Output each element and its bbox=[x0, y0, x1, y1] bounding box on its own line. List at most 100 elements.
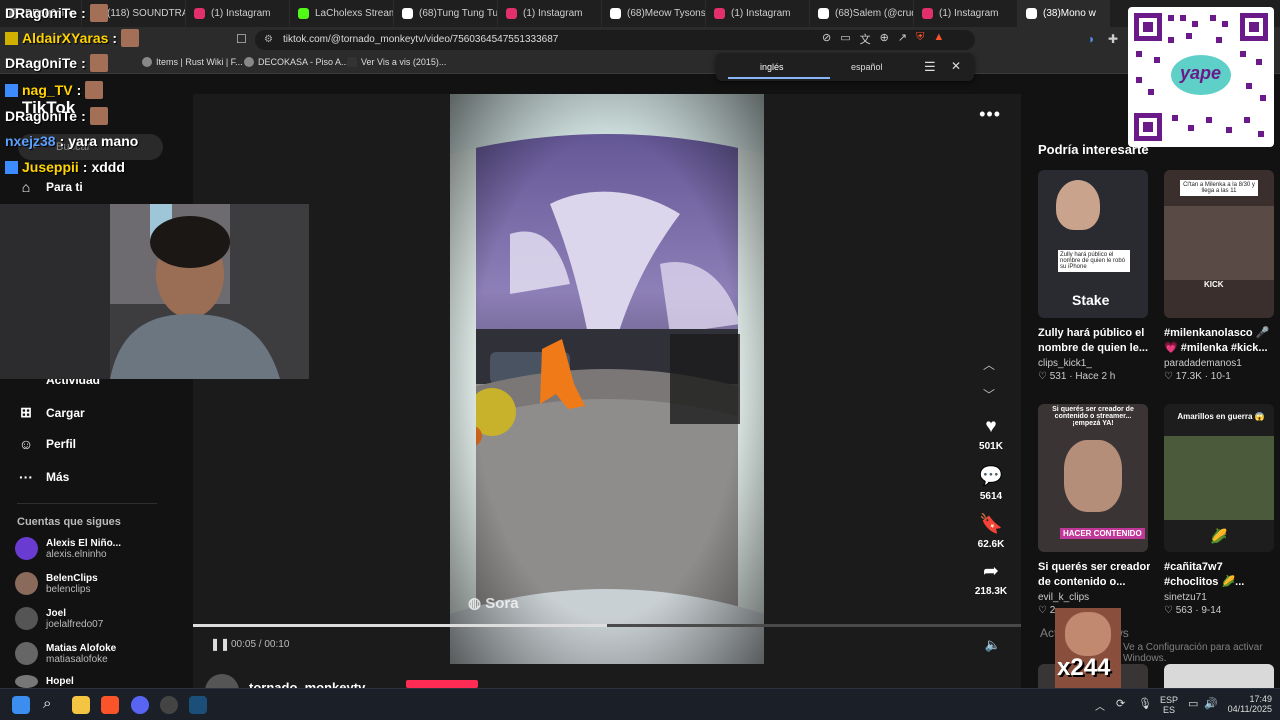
rec-meta: ♡ 531 · Hace 2 h bbox=[1038, 371, 1116, 382]
recommended-video[interactable]: Amarillos en guerra 😱 🌽 #cañita7w7 #choc… bbox=[1164, 404, 1276, 616]
rec-meta: ♡ 17.3K · 10-1 bbox=[1164, 371, 1231, 382]
bookmark-icon[interactable]: ☐ bbox=[236, 32, 247, 46]
app-icon[interactable] bbox=[160, 696, 178, 714]
thumbnail-caption: Cl'tan a Milenka a la 8/30 y llega a las… bbox=[1180, 180, 1258, 196]
video-author[interactable]: tornado_monkeytv bbox=[193, 672, 593, 708]
browser-tab-active[interactable]: (38)Mono w bbox=[1018, 0, 1110, 27]
extension-icon[interactable]: ◗ bbox=[1088, 32, 1095, 46]
bookmark-item[interactable]: DECOKASA - Piso A... bbox=[244, 57, 349, 67]
tracking-icon[interactable]: ⊘ bbox=[822, 31, 831, 47]
recommended-video-partial[interactable] bbox=[1164, 664, 1274, 688]
following-item[interactable]: BelenClips belenclips bbox=[15, 572, 98, 595]
share-icon[interactable]: ↗ bbox=[898, 31, 907, 47]
following-item[interactable]: Hopel bbox=[15, 675, 74, 688]
next-video-icon[interactable]: ﹀ bbox=[983, 386, 995, 403]
chat-message: DRag0niTe: bbox=[5, 4, 108, 22]
bookmark-item[interactable]: Ver Vis a vis (2015)... bbox=[347, 57, 446, 67]
thumbnail-person bbox=[1056, 180, 1100, 230]
share-arrow-icon: ➦ bbox=[983, 561, 999, 582]
video-thumbnail: Si querés ser creador de contenido o str… bbox=[1038, 404, 1148, 552]
recommended-video[interactable]: Zully hará público el nombre de quien le… bbox=[1038, 170, 1150, 382]
browser-tab[interactable]: (1) Instagram bbox=[186, 0, 290, 27]
menu-icon[interactable]: ☰ bbox=[924, 59, 936, 75]
sub-badge-icon bbox=[5, 31, 18, 45]
translate-popup: inglés español ☰ ✕ bbox=[716, 53, 974, 81]
comment-button[interactable]: 💬 5614 bbox=[958, 464, 1024, 502]
volume-icon[interactable]: 🔈 bbox=[985, 637, 1001, 653]
site-info-icon[interactable]: ⚙ bbox=[264, 30, 273, 50]
discord-icon[interactable] bbox=[131, 696, 149, 714]
windows-start-icon[interactable] bbox=[12, 696, 30, 714]
address-bar-actions: ⊘ ▭ 文 ⊕ ↗ ⛨ ▲ bbox=[822, 31, 944, 47]
rec-channel: evil_k_clips bbox=[1038, 592, 1090, 603]
thumbnail-badge: Stake bbox=[1072, 292, 1110, 308]
recommended-video[interactable]: Si querés ser creador de contenido o str… bbox=[1038, 404, 1150, 616]
video-frame[interactable]: ◍ Sora bbox=[450, 94, 764, 664]
translate-icon[interactable]: 文 bbox=[860, 31, 871, 47]
following-item[interactable]: Alexis El Niño... alexis.elninho bbox=[15, 537, 121, 560]
brave-rewards-icon[interactable]: ▲ bbox=[933, 31, 944, 47]
avatar bbox=[15, 572, 38, 595]
chat-message: DRag0niTe: bbox=[5, 107, 108, 125]
browser-tab[interactable]: (68)Meow Tysons bbox=[602, 0, 706, 27]
nav-for-you[interactable]: ⌂ Para ti bbox=[18, 179, 83, 195]
close-icon[interactable]: ✕ bbox=[951, 59, 961, 73]
network-icon[interactable]: ⟳ bbox=[1116, 697, 1125, 710]
file-explorer-icon[interactable] bbox=[72, 696, 90, 714]
yape-logo: yape bbox=[1180, 63, 1222, 83]
nav-profile[interactable]: ☺ Perfil bbox=[18, 436, 76, 452]
chat-message: AldairXYaras: bbox=[5, 29, 140, 47]
cast-icon[interactable]: ▭ bbox=[840, 31, 850, 47]
globe-icon bbox=[244, 57, 254, 67]
rec-title: #cañita7w7 bbox=[1164, 561, 1223, 573]
browser-tab[interactable]: (68)Salem (@crude bbox=[810, 0, 914, 27]
recommended-video[interactable]: Cl'tan a Milenka a la 8/30 y llega a las… bbox=[1164, 170, 1276, 382]
windows-taskbar: ⌕ ︿ ⟳ 🎙 ESP ES ▭ 🔊 17:49 04/11/2025 bbox=[0, 688, 1280, 720]
translate-source-lang[interactable]: inglés bbox=[760, 62, 784, 72]
rec-title: nombre de quien le... bbox=[1038, 342, 1149, 354]
video-scene-image bbox=[450, 94, 764, 664]
mic-icon[interactable]: 🎙 bbox=[1138, 697, 1152, 710]
globe-icon bbox=[142, 57, 152, 67]
share-button[interactable]: ➦ 218.3K bbox=[958, 560, 1024, 597]
rec-title: Si querés ser creador bbox=[1038, 561, 1150, 573]
monitor-icon[interactable]: ▭ bbox=[1188, 697, 1198, 710]
nav-upload[interactable]: ⊞ Cargar bbox=[18, 404, 85, 421]
video-player[interactable]: ◍ Sora ••• ❚❚ 00:05 / 00:10 🔈 bbox=[193, 94, 1021, 688]
pause-icon[interactable]: ❚❚ bbox=[210, 637, 230, 651]
bookmarks-bar: Items | Rust Wiki | F... DECOKASA - Piso… bbox=[0, 53, 1280, 74]
video-thumbnail: Cl'tan a Milenka a la 8/30 y llega a las… bbox=[1164, 170, 1274, 318]
translate-target-lang[interactable]: español bbox=[851, 62, 883, 72]
follow-button[interactable] bbox=[406, 680, 478, 688]
steam-icon[interactable] bbox=[189, 696, 207, 714]
tiktok-icon bbox=[610, 8, 621, 19]
following-item[interactable]: Joel joelalfredo07 bbox=[15, 607, 103, 630]
bookmark-item[interactable]: Items | Rust Wiki | F... bbox=[142, 57, 243, 67]
browser-tab[interactable]: LaCholexs Stream bbox=[290, 0, 394, 27]
thumbnail-badge: HACER CONTENIDO bbox=[1060, 528, 1145, 539]
browser-tab-bar: DRag0niTe (118) SOUNDTRACK (1) Instagram… bbox=[0, 0, 1280, 27]
like-button[interactable]: ♥ 501K bbox=[958, 416, 1024, 452]
more-options-icon[interactable]: ••• bbox=[979, 104, 1001, 125]
previous-video-icon[interactable]: ︿ bbox=[983, 356, 995, 373]
save-button[interactable]: 🔖 62.6K bbox=[958, 512, 1024, 550]
tray-chevron-icon[interactable]: ︿ bbox=[1095, 698, 1105, 713]
zoom-icon[interactable]: ⊕ bbox=[880, 31, 889, 47]
tiktok-icon bbox=[1026, 8, 1037, 19]
nav-more[interactable]: ··· Más bbox=[18, 469, 69, 485]
brave-shield-icon[interactable]: ⛨ bbox=[916, 31, 924, 47]
extensions-puzzle-icon[interactable]: ✚ bbox=[1108, 32, 1118, 46]
browser-tab[interactable]: (68)Tung Tung Tun bbox=[394, 0, 498, 27]
video-progress-bar[interactable] bbox=[193, 624, 1021, 627]
volume-icon[interactable]: 🔊 bbox=[1204, 697, 1218, 710]
brave-browser-icon[interactable] bbox=[101, 696, 119, 714]
browser-tab[interactable]: (1) Instagram bbox=[706, 0, 810, 27]
browser-tab[interactable]: (1) Instagram bbox=[498, 0, 602, 27]
badge-icon bbox=[5, 160, 18, 174]
emote-icon bbox=[89, 4, 108, 22]
language-indicator[interactable]: ESP ES bbox=[1158, 695, 1180, 715]
search-icon[interactable]: ⌕ bbox=[43, 695, 51, 712]
following-item[interactable]: Matias Alofoke matiasalofoke bbox=[15, 642, 116, 665]
clock[interactable]: 17:49 04/11/2025 bbox=[1222, 694, 1272, 714]
browser-tab[interactable]: (1) Instagram bbox=[914, 0, 1018, 27]
